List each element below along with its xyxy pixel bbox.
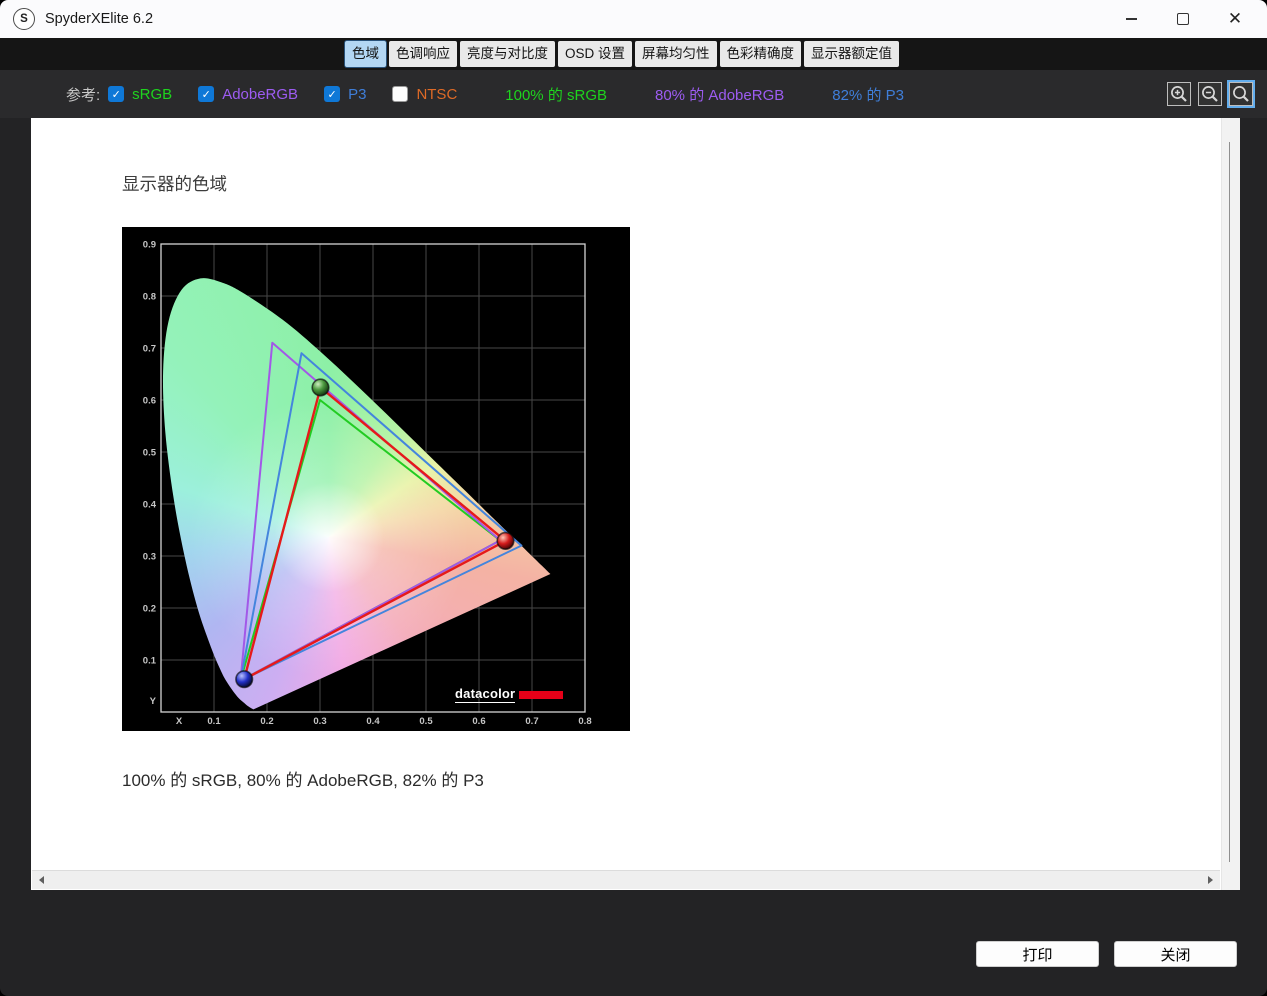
primary-dot-red-primary	[496, 531, 515, 551]
checkbox-AdobeRGB[interactable]: ✓	[198, 86, 215, 102]
tab-bar: 色域 色调响应 亮度与对比度 OSD 设置 屏幕均匀性 色彩精确度 显示器额定值	[345, 41, 900, 67]
reference-bar: 参考: ✓ sRGB ✓ AdobeRGB ✓ P3 NTSC 100% 的 sRGB 80%…	[0, 70, 1267, 118]
app-icon: S	[13, 8, 35, 30]
zoom-out-icon	[1202, 86, 1218, 102]
checkbox-label-sRGB: sRGB	[132, 85, 173, 103]
horizontal-scrollbar[interactable]	[32, 870, 1220, 889]
minimize-icon	[1125, 18, 1137, 20]
reference-group-P3: ✓ P3	[324, 86, 366, 103]
print-button[interactable]: 打印	[976, 941, 1099, 967]
gamut-triangle-AdobeRGB	[239, 341, 502, 682]
tab-色调响应[interactable]: 色调响应	[389, 41, 457, 67]
checkbox-sRGB[interactable]: ✓	[108, 86, 125, 102]
close-button[interactable]: ✕	[1209, 0, 1261, 38]
checkbox-NTSC[interactable]	[392, 86, 409, 102]
zoom-out-button[interactable]	[1198, 82, 1222, 106]
tab-色域[interactable]: 色域	[345, 41, 386, 67]
reference-group-sRGB: ✓ sRGB	[108, 86, 172, 103]
tab-显示器额定值[interactable]: 显示器额定值	[804, 41, 900, 67]
gamut-triangle-P3	[239, 352, 523, 682]
vertical-scrollbar-thumb[interactable]	[1229, 142, 1230, 862]
gamut-chart: 0.1 0.2 0.3 0.4 0.5 0.6 0.7 0.8 0.1 0.2 0.3 0.4 0.5 0…	[122, 227, 630, 731]
coverage-result-1: 80% 的 AdobeRGB	[655, 86, 785, 104]
zoom-toolbar	[1167, 80, 1255, 108]
vertical-scrollbar[interactable]	[1221, 118, 1240, 890]
tab-色彩精确度[interactable]: 色彩精确度	[719, 41, 802, 67]
page-title: 显示器的色域	[122, 174, 227, 194]
minimize-button[interactable]	[1105, 0, 1157, 38]
zoom-reset-icon	[1233, 86, 1249, 102]
reference-checkboxes: ✓ sRGB ✓ AdobeRGB ✓ P3 NTSC	[100, 86, 457, 103]
coverage-result-2: 82% 的 P3	[832, 86, 904, 104]
tab-strip: 色域 色调响应 亮度与对比度 OSD 设置 屏幕均匀性 色彩精确度 显示器额定值	[0, 38, 1267, 70]
title-bar: S SpyderXElite 6.2 ✕	[0, 0, 1267, 39]
primary-dot-green-primary	[311, 378, 330, 397]
tab-亮度与对比度[interactable]: 亮度与对比度	[460, 41, 555, 67]
coverage-result-0: 100% 的 sRGB	[505, 86, 607, 104]
app-icon-letter: S	[20, 13, 28, 25]
close-dialog-button[interactable]: 关闭	[1114, 941, 1237, 967]
checkbox-P3[interactable]: ✓	[324, 86, 341, 102]
checkbox-label-P3: P3	[348, 85, 367, 103]
checkbox-label-NTSC: NTSC	[416, 85, 458, 103]
datacolor-logo: datacolor	[455, 686, 564, 703]
zoom-in-icon	[1171, 86, 1187, 102]
scroll-left-icon[interactable]	[39, 876, 44, 884]
datacolor-logo-swatch	[519, 690, 564, 699]
scroll-right-icon[interactable]	[1208, 876, 1213, 884]
checkbox-label-AdobeRGB: AdobeRGB	[222, 85, 299, 103]
reference-group-NTSC: NTSC	[392, 86, 457, 103]
zoom-in-button[interactable]	[1167, 82, 1191, 106]
primary-dot-blue-primary	[235, 670, 254, 689]
reference-group-AdobeRGB: ✓ AdobeRGB	[198, 86, 298, 103]
datacolor-logo-text: datacolor	[455, 686, 516, 703]
tab-屏幕均匀性[interactable]: 屏幕均匀性	[635, 41, 717, 67]
window-controls: ✕	[1105, 0, 1261, 38]
close-icon: ✕	[1227, 8, 1243, 29]
gamut-triangles	[235, 341, 523, 689]
app-window: S SpyderXElite 6.2 ✕ 色域 色调响应 亮度与对比度 OSD 设置屏…	[0, 0, 1267, 996]
maximize-button[interactable]	[1157, 0, 1209, 38]
report-page: 显示器的色域 0.1 0.2 0.3 0.4 0.5 0.6 0.7 0.8 0.1 0.2 0.3…	[31, 118, 1240, 890]
zoom-reset-button[interactable]	[1227, 80, 1255, 108]
tab-OSD 设置[interactable]: OSD 设置	[558, 41, 633, 67]
maximize-icon	[1177, 13, 1189, 25]
gamut-summary-text: 100% 的 sRGB, 80% 的 AdobeRGB, 82% 的 P3	[122, 771, 484, 790]
window-title: SpyderXElite 6.2	[45, 11, 154, 27]
reference-label: 参考:	[66, 86, 101, 104]
reference-results: 100% 的 sRGB 80% 的 AdobeRGB 82% 的 P3	[457, 84, 904, 105]
gamut-triangle-display-gamut	[242, 386, 507, 681]
